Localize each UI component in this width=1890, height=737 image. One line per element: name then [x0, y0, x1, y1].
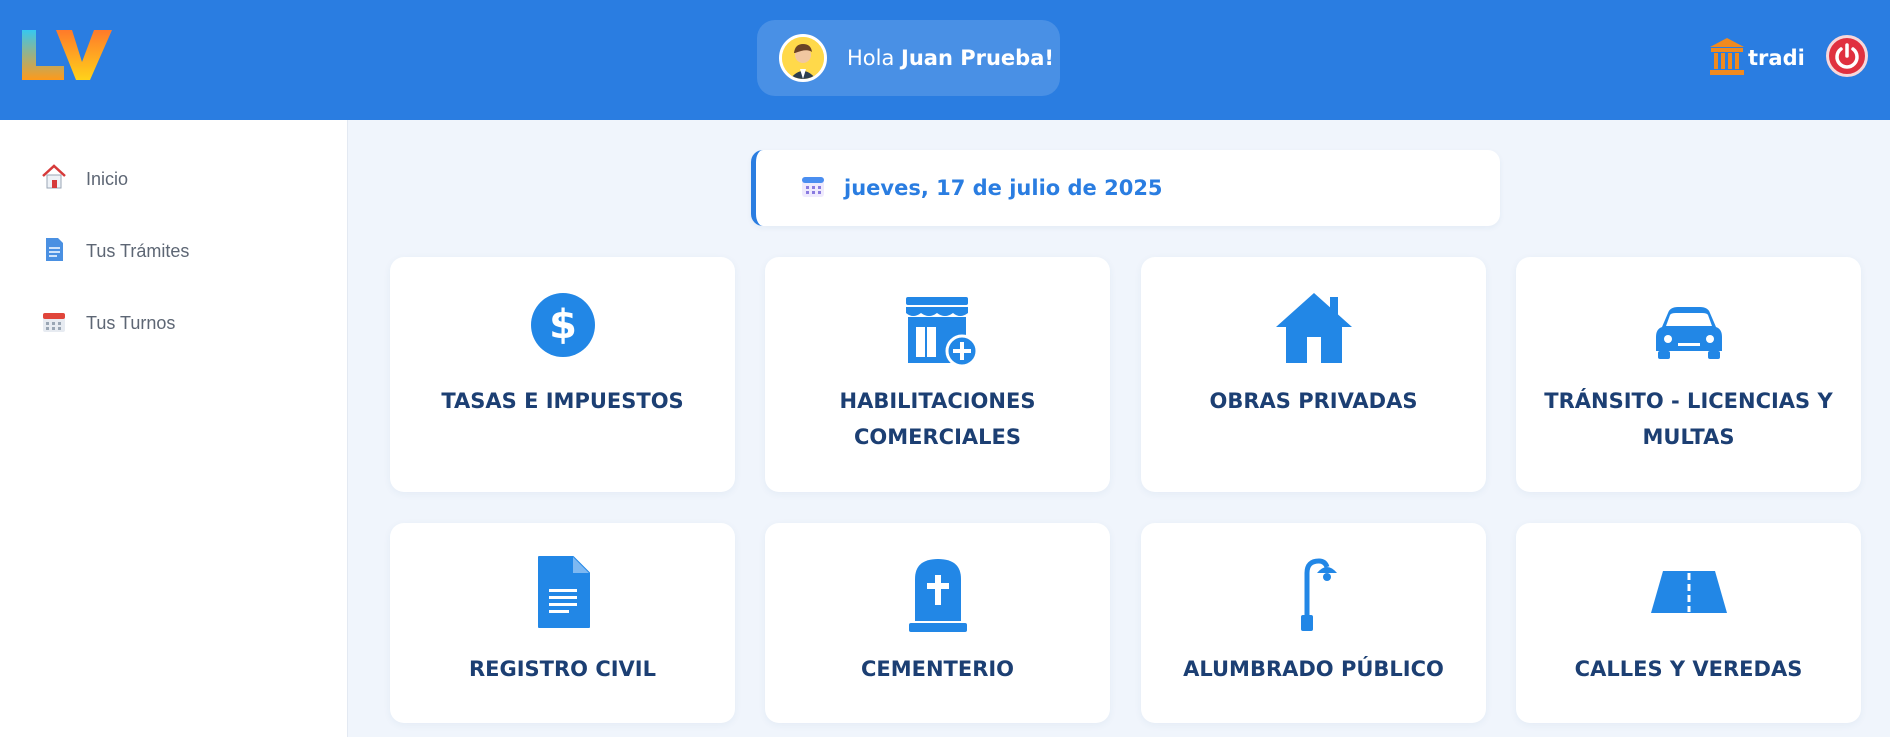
card-cementerio[interactable]: CEMENTERIO	[765, 523, 1110, 723]
store-add-icon	[898, 291, 978, 371]
card-obras-privadas[interactable]: OBRAS PRIVADAS	[1141, 257, 1486, 492]
sidebar-item-inicio[interactable]: Inicio	[40, 162, 330, 196]
sidebar-item-tus-tramites[interactable]: Tus Trámites	[40, 234, 330, 268]
road-icon	[1649, 567, 1729, 621]
card-title: CALLES Y VEREDAS	[1574, 657, 1803, 681]
brand-name: tradi	[1748, 46, 1805, 70]
card-tasas-e-impuestos[interactable]: $ TASAS E IMPUESTOS	[390, 257, 735, 492]
document-icon	[40, 235, 68, 267]
sidebar-item-tus-turnos[interactable]: Tus Turnos	[40, 306, 330, 340]
street-lamp-icon	[1289, 555, 1339, 637]
calendar-icon	[800, 173, 826, 203]
power-icon[interactable]	[1826, 35, 1868, 77]
card-title: OBRAS PRIVADAS	[1209, 389, 1418, 413]
bank-icon	[1708, 36, 1746, 80]
document-icon	[535, 555, 591, 633]
user-greeting[interactable]: Hola Juan Prueba!	[757, 20, 1060, 96]
sidebar: Inicio Tus Trámites Tus Turnos	[0, 120, 348, 737]
lv-logo-icon[interactable]	[20, 28, 114, 82]
tombstone-icon	[905, 555, 971, 639]
sidebar-item-label: Tus Turnos	[86, 312, 176, 333]
top-bar: Hola Juan Prueba! tradi	[0, 0, 1890, 120]
card-registro-civil[interactable]: REGISTRO CIVIL	[390, 523, 735, 723]
card-title: CEMENTERIO	[860, 657, 1015, 681]
avatar	[779, 34, 827, 82]
card-transito-licencias-y-multas[interactable]: TRÁNSITO - LICENCIAS Y MULTAS	[1516, 257, 1861, 492]
card-alumbrado-publico[interactable]: ALUMBRADO PÚBLICO	[1141, 523, 1486, 723]
card-title: REGISTRO CIVIL	[468, 657, 657, 681]
card-habilitaciones-comerciales[interactable]: HABILITACIONES COMERCIALES	[765, 257, 1110, 492]
card-title: HABILITACIONES COMERCIALES	[839, 389, 1036, 449]
car-icon	[1654, 305, 1724, 365]
card-calles-y-veredas[interactable]: CALLES Y VEREDAS	[1516, 523, 1861, 723]
card-title: TASAS E IMPUESTOS	[441, 389, 684, 413]
card-title: ALUMBRADO PÚBLICO	[1183, 657, 1444, 681]
sidebar-item-label: Tus Trámites	[86, 240, 190, 261]
house-icon	[1274, 291, 1354, 369]
card-title: TRÁNSITO - LICENCIAS Y MULTAS	[1544, 389, 1833, 449]
current-date: jueves, 17 de julio de 2025	[844, 176, 1163, 200]
home-icon	[40, 163, 68, 195]
brand[interactable]: tradi	[1708, 38, 1805, 78]
sidebar-item-label: Inicio	[86, 168, 129, 189]
user-name: Juan Prueba!	[901, 46, 1054, 70]
dollar-icon: $	[529, 291, 597, 363]
greeting-prefix: Hola	[847, 46, 895, 70]
calendar-icon	[40, 307, 68, 339]
date-banner: jueves, 17 de julio de 2025	[751, 150, 1500, 226]
svg-text:$: $	[549, 302, 577, 348]
greeting-text: Hola Juan Prueba!	[847, 46, 1054, 70]
